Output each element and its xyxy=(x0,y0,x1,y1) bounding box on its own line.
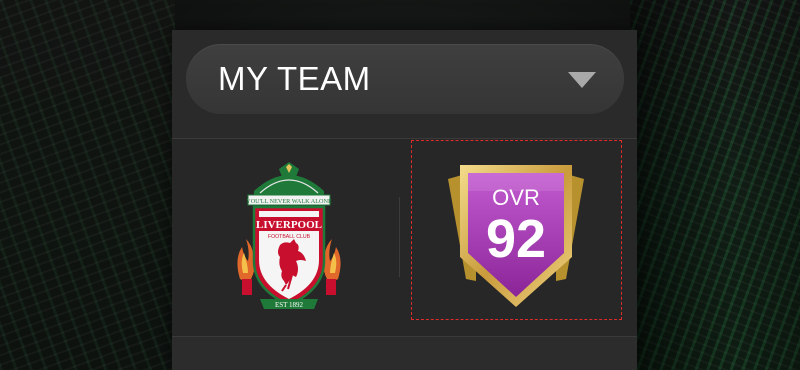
club-motto: YOU'LL NEVER WALK ALONE xyxy=(246,198,332,205)
stadium-background-left xyxy=(0,0,175,370)
club-established: EST 1892 xyxy=(275,301,304,309)
team-selector-label: MY TEAM xyxy=(218,60,371,97)
ovr-rating-highlight[interactable]: OVR 92 xyxy=(411,140,622,320)
team-panel: MY TEAM YOU'LL NEVER WALK ALONE LIVERPOO… xyxy=(172,30,637,370)
ovr-value: 92 xyxy=(486,209,546,269)
club-name: LIVERPOOL xyxy=(256,219,322,231)
column-divider xyxy=(399,197,400,277)
stadium-background-right xyxy=(630,0,800,370)
panel-footer xyxy=(172,336,637,370)
ovr-badge-icon: OVR 92 xyxy=(448,165,584,307)
ovr-label: OVR xyxy=(492,185,540,210)
panel-header: MY TEAM xyxy=(172,30,637,138)
liverpool-crest-icon: YOU'LL NEVER WALK ALONE LIVERPOOL FOOTBA… xyxy=(237,162,341,309)
game-screen: MY TEAM YOU'LL NEVER WALK ALONE LIVERPOO… xyxy=(0,0,800,370)
chevron-down-icon[interactable] xyxy=(568,72,596,88)
club-subtitle: FOOTBALL CLUB xyxy=(268,234,311,240)
team-info-row: YOU'LL NEVER WALK ALONE LIVERPOOL FOOTBA… xyxy=(172,139,637,335)
team-selector-dropdown[interactable]: MY TEAM xyxy=(186,44,624,114)
